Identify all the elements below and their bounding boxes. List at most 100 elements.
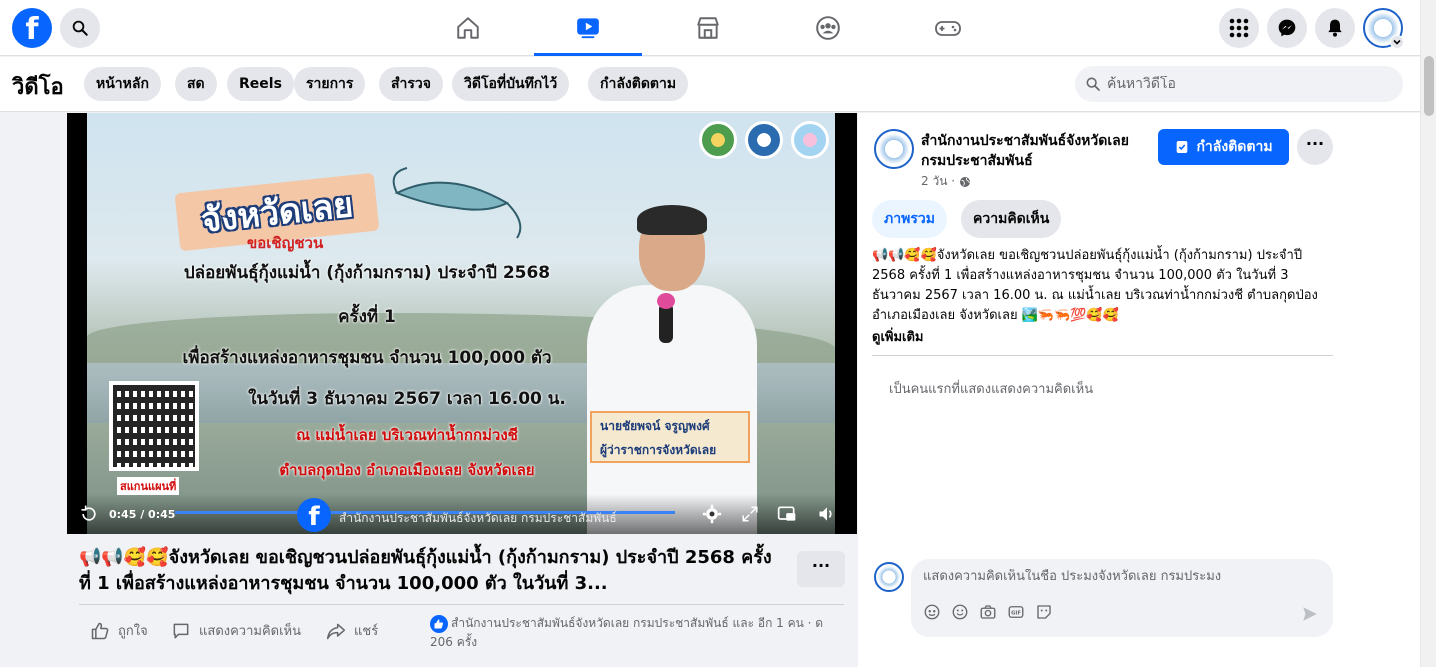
- agency-logos: [699, 121, 829, 159]
- top-navigation-bar: f: [0, 0, 1420, 56]
- search-input[interactable]: [1107, 76, 1387, 92]
- divider: [872, 355, 1333, 356]
- nav-tab-video[interactable]: [534, 0, 642, 56]
- gaming-icon: [934, 15, 962, 41]
- messenger-button[interactable]: [1267, 8, 1307, 48]
- marketplace-icon: [695, 15, 721, 41]
- sticker-icon[interactable]: [1035, 603, 1053, 621]
- comment-input[interactable]: [923, 569, 1323, 584]
- empty-comments-text: เป็นคนแรกที่แสดงแสดงความคิดเห็น: [889, 382, 1094, 397]
- picture-in-picture-icon[interactable]: [775, 502, 799, 526]
- share-icon: [326, 621, 346, 641]
- comment-tools: GIF: [923, 603, 1053, 621]
- nav-tab-home[interactable]: [414, 0, 522, 56]
- pill-saved-videos[interactable]: วิดีโอที่บันทึกไว้: [452, 67, 570, 101]
- post-more-button[interactable]: ···: [797, 551, 845, 587]
- comment-icon: [171, 621, 191, 641]
- pill-explore[interactable]: สำรวจ: [379, 67, 443, 101]
- video-search[interactable]: [1075, 66, 1403, 102]
- gif-icon[interactable]: GIF: [1007, 603, 1025, 621]
- emoji-icon[interactable]: [951, 603, 969, 621]
- globe-icon: [959, 176, 971, 188]
- home-icon: [455, 15, 481, 41]
- channel-overlay: สำนักงานประชาสัมพันธ์จังหวัดเลย กรมประชา…: [339, 511, 617, 525]
- groups-icon: [815, 15, 841, 41]
- speaker-image: [577, 193, 767, 534]
- reaction-text: สำนักงานประชาสัมพันธ์จังหวัดเลย กรมประชา…: [430, 616, 824, 649]
- camera-icon[interactable]: [979, 603, 997, 621]
- like-button[interactable]: ถูกใจ: [90, 620, 148, 641]
- svg-text:GIF: GIF: [1011, 611, 1021, 617]
- send-icon[interactable]: [1301, 605, 1319, 623]
- shrimp-icon: [392, 167, 522, 239]
- speaker-nametag: นายชัยพจน์ จรูญพงศ์ ผู้ว่าราชการจังหวัดเ…: [590, 411, 750, 463]
- agency-logo: [791, 121, 829, 159]
- qr-caption: สแกนแผนที่: [117, 477, 180, 495]
- section-title: วิดีโอ: [12, 75, 64, 100]
- pill-home[interactable]: หน้าหลัก: [84, 67, 161, 101]
- comment-composer[interactable]: GIF: [911, 559, 1333, 637]
- chevron-down-icon[interactable]: [1390, 35, 1404, 49]
- like-label: ถูกใจ: [118, 624, 148, 639]
- replay-icon[interactable]: [77, 502, 101, 526]
- agency-logo: [745, 121, 783, 159]
- settings-icon[interactable]: [700, 502, 724, 526]
- avatar-sticker-icon[interactable]: [923, 603, 941, 621]
- search-icon: [71, 19, 89, 37]
- speaker-position: ผู้ว่าราชการจังหวัดเลย: [600, 443, 717, 457]
- volume-icon[interactable]: [815, 502, 839, 526]
- following-check-icon: [1174, 139, 1190, 155]
- notifications-icon: [1325, 18, 1345, 38]
- profile-avatar[interactable]: [1363, 8, 1404, 49]
- pill-live[interactable]: สด: [175, 67, 217, 101]
- video-line-3: เพื่อสร้างแหล่งอาหารชุมชน จำนวน 100,000 …: [182, 348, 552, 368]
- facebook-logo[interactable]: f: [12, 8, 52, 48]
- qr-code: [109, 381, 199, 471]
- microphone-icon: [657, 293, 675, 343]
- video-line-1: ปล่อยพันธุ์กุ้งแม่น้ำ (กุ้งก้ามกราม) ประ…: [183, 263, 551, 283]
- video-subheader: วิดีโอ หน้าหลัก สด Reels รายการ สำรวจ วิ…: [0, 57, 1420, 112]
- panel-more-button[interactable]: ···: [1297, 129, 1333, 165]
- search-button[interactable]: [60, 8, 100, 48]
- following-label: กำลังติดตาม: [1196, 139, 1273, 155]
- fullscreen-icon[interactable]: [738, 502, 762, 526]
- comment-label: แสดงความคิดเห็น: [199, 624, 302, 639]
- post-description: 📢📢🥰🥰จังหวัดเลย ขอเชิญชวนปล่อยพันธุ์กุ้งแ…: [872, 248, 1318, 323]
- video-time: 0:45 / 0:45: [109, 508, 176, 521]
- scrollbar-thumb[interactable]: [1424, 56, 1434, 116]
- nav-tab-marketplace[interactable]: [654, 0, 762, 56]
- video-frame: จังหวัดเลย ขอเชิญชวน ปล่อยพันธุ์กุ้งแม่น…: [87, 113, 835, 534]
- video-controls: 0:45 / 0:45 f สำนักงานประชาสัมพันธ์จังหว…: [67, 494, 857, 534]
- share-label: แชร์: [354, 624, 379, 639]
- menu-button[interactable]: [1219, 8, 1259, 48]
- divider: [79, 604, 844, 605]
- like-reaction-icon: [430, 614, 448, 633]
- video-invite-text: ขอเชิญชวน: [247, 234, 324, 252]
- page-scrollbar[interactable]: [1420, 0, 1436, 667]
- post-details-panel: สำนักงานประชาสัมพันธ์จังหวัดเลย กรมประชา…: [858, 113, 1420, 667]
- page-avatar[interactable]: [874, 129, 914, 169]
- following-button[interactable]: กำลังติดตาม: [1158, 129, 1289, 165]
- post-title: 📢📢🥰🥰จังหวัดเลย ขอเชิญชวนปล่อยพันธุ์กุ้งแ…: [79, 547, 772, 594]
- reaction-summary[interactable]: สำนักงานประชาสัมพันธ์จังหวัดเลย กรมประชา…: [430, 614, 846, 651]
- notifications-button[interactable]: [1315, 8, 1355, 48]
- tab-overview[interactable]: ภาพรวม: [872, 200, 947, 238]
- comment-button[interactable]: แสดงความคิดเห็น: [171, 620, 301, 641]
- menu-grid-icon: [1229, 18, 1249, 38]
- pill-following[interactable]: กำลังติดตาม: [588, 67, 689, 101]
- commenter-avatar[interactable]: [874, 562, 904, 592]
- page-name[interactable]: สำนักงานประชาสัมพันธ์จังหวัดเลย กรมประชา…: [921, 131, 1141, 171]
- speaker-name: นายชัยพจน์ จรูญพงศ์: [600, 419, 710, 433]
- video-player[interactable]: จังหวัดเลย ขอเชิญชวน ปล่อยพันธุ์กุ้งแม่น…: [67, 113, 857, 534]
- search-icon: [1085, 76, 1101, 92]
- agency-logo: [699, 121, 737, 159]
- pill-reels[interactable]: Reels: [227, 67, 294, 101]
- video-line-2: ครั้งที่ 1: [338, 307, 396, 327]
- video-icon: [575, 14, 601, 40]
- share-button[interactable]: แชร์: [326, 620, 378, 641]
- pill-shows[interactable]: รายการ: [294, 67, 366, 101]
- nav-tab-gaming[interactable]: [894, 0, 1002, 56]
- nav-tab-groups[interactable]: [774, 0, 882, 56]
- tab-comments[interactable]: ความคิดเห็น: [961, 200, 1062, 238]
- see-more-link[interactable]: ดูเพิ่มเติม: [872, 326, 923, 347]
